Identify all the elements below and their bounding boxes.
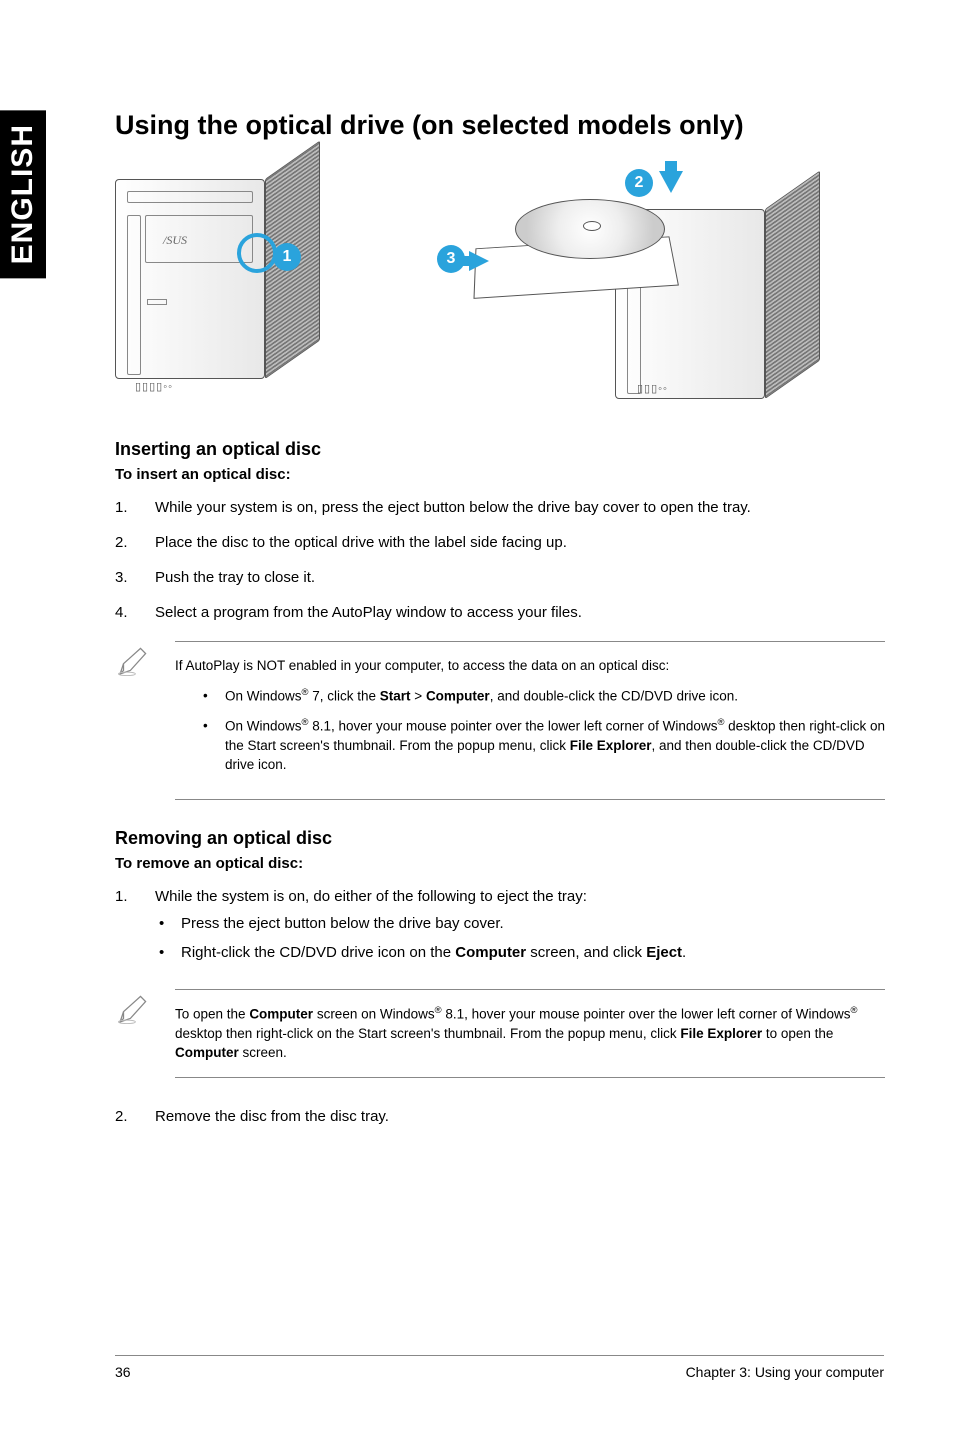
arrow-down-icon: [659, 171, 683, 193]
figures-row: /SUS ▯▯▯▯◦◦ 1 ▯▯▯◦◦ 2 3: [115, 169, 885, 399]
pencil-note-icon: [115, 989, 155, 1078]
callout-badge-1: 1: [273, 243, 301, 271]
note-open-computer: To open the Computer screen on Windows® …: [115, 989, 885, 1078]
section-title: Using the optical drive (on selected mod…: [115, 110, 885, 141]
callout-badge-2: 2: [625, 169, 653, 197]
insert-instruction: To insert an optical disc:: [115, 466, 885, 483]
list-item: 1.While your system is on, press the eje…: [115, 497, 885, 518]
brand-logo: /SUS: [163, 233, 187, 248]
callout-circle: [237, 233, 277, 273]
front-ports-icon: ▯▯▯▯◦◦: [135, 380, 173, 393]
note-body: If AutoPlay is NOT enabled in your compu…: [175, 641, 885, 800]
sub-bullet: • Right-click the CD/DVD drive icon on t…: [155, 942, 885, 963]
sub-bullet: •Press the eject button below the drive …: [155, 913, 885, 934]
list-item: 3.Push the tray to close it.: [115, 567, 885, 588]
chapter-label: Chapter 3: Using your computer: [686, 1364, 884, 1380]
list-item: 4.Select a program from the AutoPlay win…: [115, 602, 885, 623]
page-number: 36: [115, 1364, 131, 1380]
figure-tower-open-tray: ▯▯▯◦◦ 2 3: [435, 169, 855, 399]
front-ports-icon: ▯▯▯◦◦: [637, 382, 668, 395]
note-bullet: • On Windows® 8.1, hover your mouse poin…: [203, 716, 885, 775]
page-footer: 36 Chapter 3: Using your computer: [115, 1355, 884, 1380]
remove-steps-list-2: 2.Remove the disc from the disc tray.: [115, 1106, 885, 1127]
pencil-note-icon: [115, 641, 155, 800]
note-autoplay: If AutoPlay is NOT enabled in your compu…: [115, 641, 885, 800]
arrow-right-icon: [469, 251, 489, 271]
remove-heading: Removing an optical disc: [115, 828, 885, 849]
list-item: 2.Place the disc to the optical drive wi…: [115, 532, 885, 553]
note-bullet: • On Windows® 7, click the Start > Compu…: [203, 686, 885, 706]
remove-instruction: To remove an optical disc:: [115, 855, 885, 872]
insert-heading: Inserting an optical disc: [115, 439, 885, 460]
language-side-tab: ENGLISH: [0, 110, 46, 278]
page-content: Using the optical drive (on selected mod…: [115, 110, 885, 1141]
callout-badge-3: 3: [437, 245, 465, 273]
figure-tower-closed: /SUS ▯▯▯▯◦◦ 1: [115, 169, 405, 399]
remove-steps-list: 1. While the system is on, do either of …: [115, 886, 885, 971]
insert-steps-list: 1.While your system is on, press the eje…: [115, 497, 885, 623]
list-item: 1. While the system is on, do either of …: [115, 886, 885, 971]
note-body: To open the Computer screen on Windows® …: [175, 989, 885, 1078]
list-item: 2.Remove the disc from the disc tray.: [115, 1106, 885, 1127]
